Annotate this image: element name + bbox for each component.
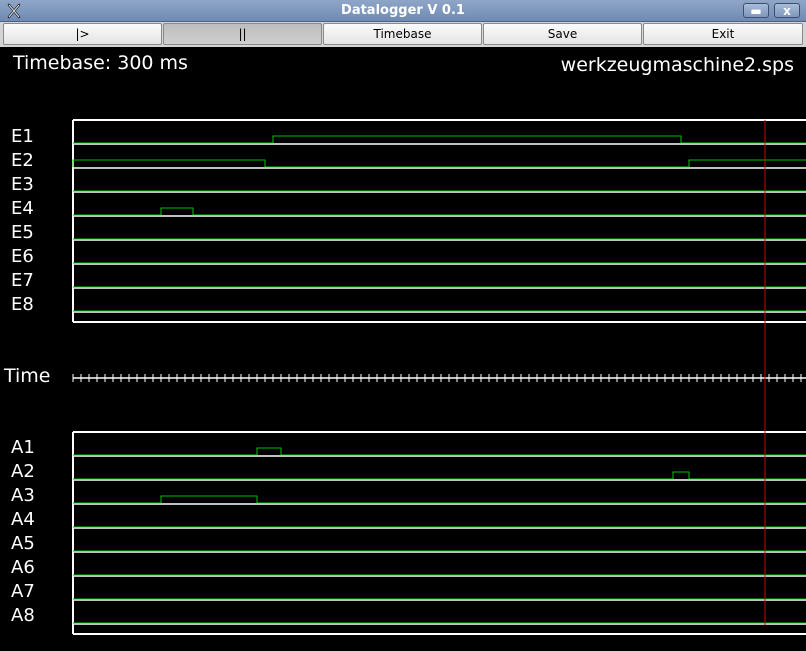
signal-trace-a3 — [73, 495, 806, 504]
play-button[interactable]: |> — [3, 23, 162, 45]
pause-button[interactable]: || — [163, 23, 322, 45]
toolbar: |> || Timebase Save Exit — [0, 22, 806, 47]
window-title: Datalogger V 0.1 — [341, 3, 465, 18]
signal-trace-a1 — [73, 447, 806, 456]
minimize-icon: ▬ — [750, 4, 762, 18]
close-button[interactable]: x — [774, 3, 800, 18]
save-button[interactable]: Save — [483, 23, 642, 45]
title-bar: Datalogger V 0.1 ▬ x — [0, 0, 806, 22]
close-icon: x — [783, 4, 791, 18]
signal-trace-e4 — [73, 207, 806, 216]
signal-trace-e1 — [73, 135, 806, 144]
timebase-button[interactable]: Timebase — [323, 23, 482, 45]
timing-diagram — [72, 119, 806, 635]
minimize-button[interactable]: ▬ — [743, 3, 769, 18]
exit-button[interactable]: Exit — [643, 23, 803, 45]
datalogger-canvas: Timebase: 300 ms werkzeugmaschine2.sps E… — [0, 47, 806, 651]
signal-trace-e2 — [72, 159, 806, 168]
signal-trace-a2 — [73, 471, 806, 480]
